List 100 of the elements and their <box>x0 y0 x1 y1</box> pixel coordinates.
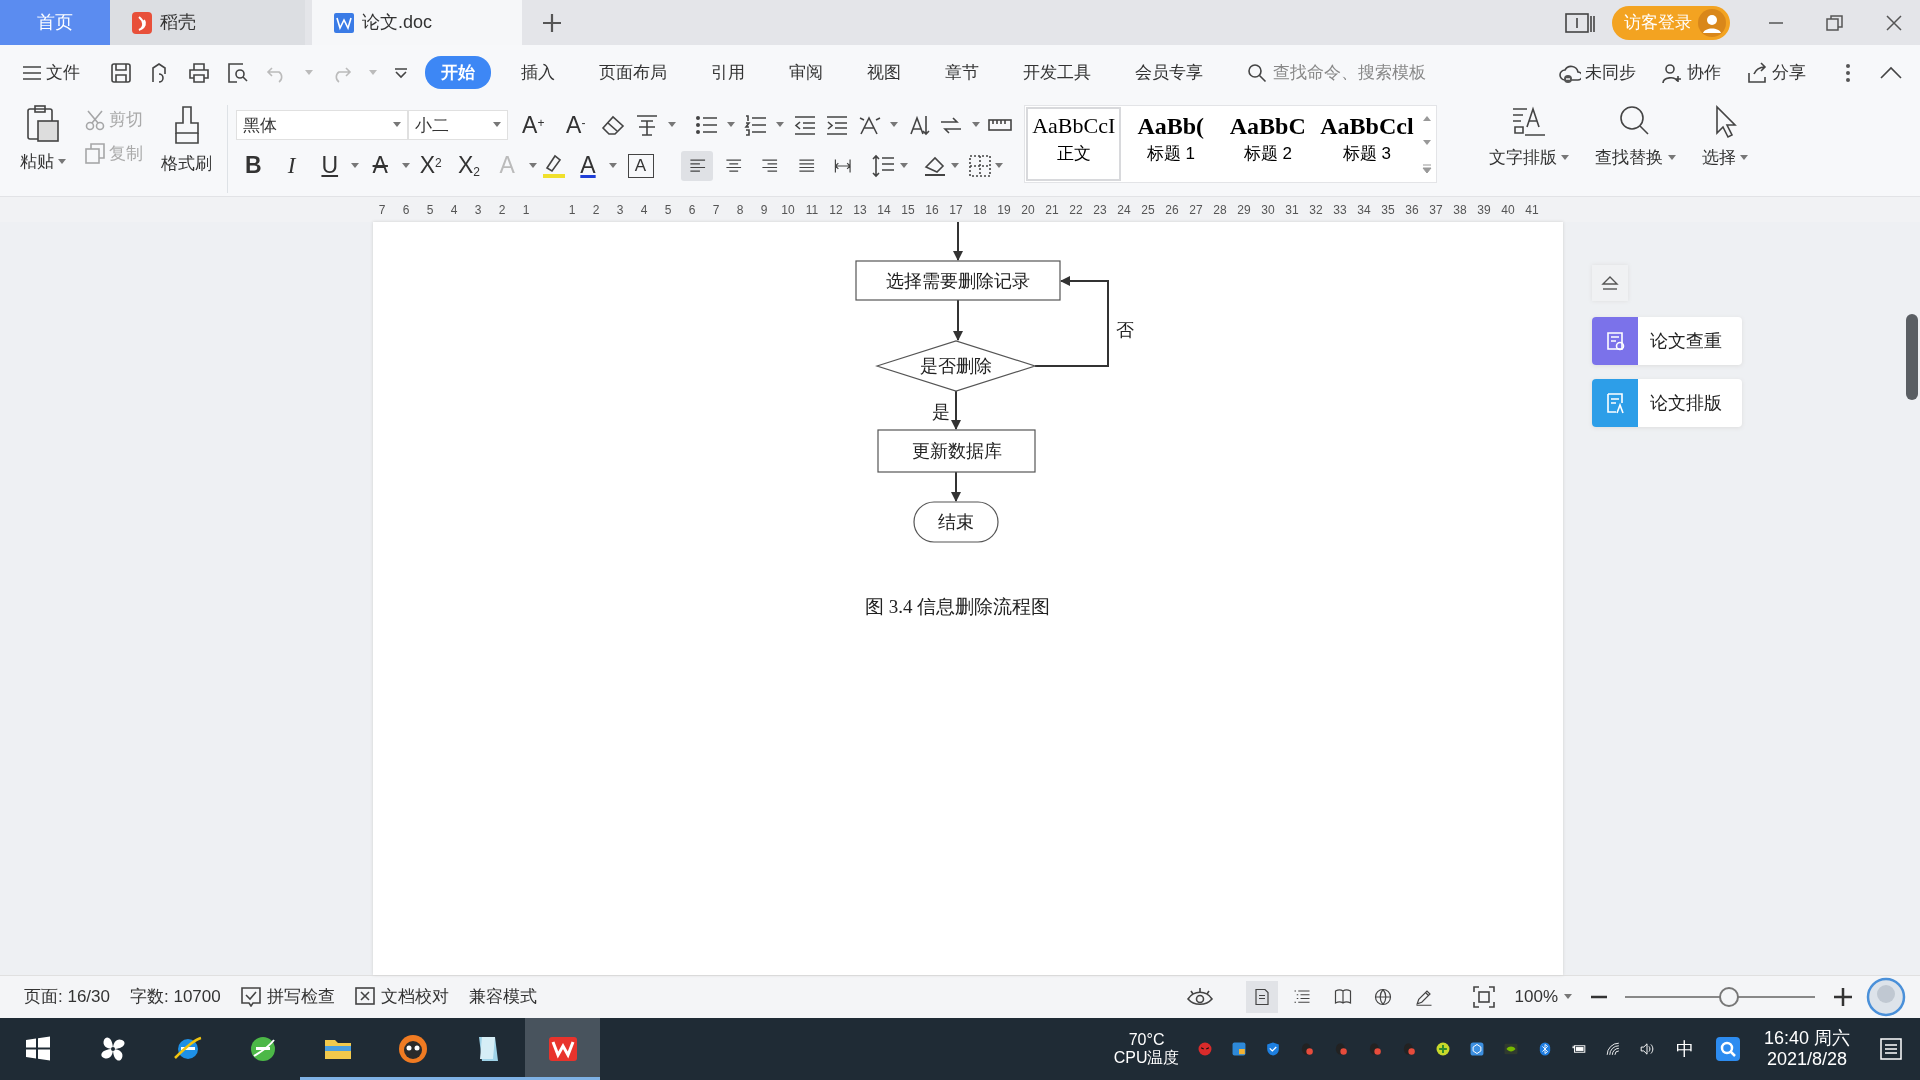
caret-icon[interactable] <box>668 122 677 129</box>
print-icon[interactable] <box>187 61 210 84</box>
caret-icon[interactable] <box>609 162 618 169</box>
caret-icon[interactable] <box>1667 154 1676 161</box>
zoom-in-icon[interactable] <box>1833 988 1852 1006</box>
ribbon-button[interactable]: 查找替换 <box>1589 105 1682 171</box>
plus-icon[interactable] <box>542 12 562 33</box>
caret-icon[interactable] <box>727 122 736 129</box>
highlighter-icon[interactable] <box>540 152 567 179</box>
format-button[interactable]: A <box>363 149 398 182</box>
window-tab[interactable]: 论文.doc <box>312 0 522 45</box>
slider-thumb[interactable] <box>1718 987 1739 1007</box>
format-button[interactable]: X$_{2}$ <box>452 149 486 182</box>
fit-page-icon[interactable] <box>1472 985 1496 1009</box>
expand-icon[interactable] <box>1421 163 1432 174</box>
indent-icon[interactable] <box>825 114 850 137</box>
scrollbar-thumb[interactable] <box>1906 314 1918 400</box>
clock-date[interactable]: 2021/8/28 <box>1766 1049 1847 1070</box>
restore-icon[interactable] <box>1826 13 1844 32</box>
outdent-icon[interactable] <box>792 114 817 137</box>
page-count-icon[interactable] <box>1565 11 1595 34</box>
font-select[interactable]: 黑体 <box>236 110 409 141</box>
eye-icon[interactable] <box>1187 987 1213 1007</box>
toolbar-button[interactable]: 分享 <box>1742 57 1810 88</box>
ribbon-tab[interactable]: 开发工具 <box>1006 55 1107 90</box>
clock-time[interactable]: 16:40 周六 <box>1763 1028 1850 1049</box>
taskbar-app[interactable] <box>525 1018 600 1080</box>
bullet-list-icon[interactable] <box>694 114 719 137</box>
ribbon-tab[interactable]: 引用 <box>694 55 761 90</box>
side-panel-button[interactable]: 论文排版 <box>1592 379 1742 427</box>
ruler-number: 37 <box>1428 201 1444 219</box>
side-panel-button[interactable]: 论文查重 <box>1592 317 1742 365</box>
font-size-select[interactable]: 小二 <box>407 110 508 141</box>
collapse-icon[interactable] <box>1880 65 1902 80</box>
eraser-icon[interactable] <box>601 114 626 137</box>
caret-icon[interactable] <box>776 122 785 129</box>
paste-button[interactable]: 粘贴 <box>14 105 73 175</box>
close-icon[interactable] <box>1885 13 1903 32</box>
format-painter-button[interactable]: 格式刷 <box>155 105 219 177</box>
caret-icon[interactable] <box>890 122 899 129</box>
collapse-button[interactable] <box>1592 265 1628 301</box>
borders-icon[interactable] <box>969 154 991 177</box>
format-button[interactable]: A <box>627 153 654 178</box>
save-icon[interactable] <box>109 61 132 84</box>
more-icon[interactable] <box>1845 62 1851 83</box>
ribbon-tab[interactable]: 开始 <box>424 55 491 90</box>
font-size-button[interactable]: A$^{-}$ <box>558 109 593 142</box>
format-button[interactable]: X$^{2}$ <box>413 149 448 182</box>
ribbon-tab[interactable]: 审阅 <box>772 55 839 90</box>
caret-icon[interactable] <box>971 122 980 129</box>
caret-icon[interactable] <box>401 162 410 169</box>
style-option[interactable]: AaBbC 标题 2 <box>1219 106 1317 182</box>
text-direction-icon[interactable] <box>857 114 882 137</box>
style-option[interactable]: AaBbCcl 标题 3 <box>1316 106 1418 182</box>
zoom-out-icon[interactable] <box>1590 995 1607 999</box>
caret-icon[interactable] <box>351 162 359 169</box>
toolbar-button[interactable]: 协作 <box>1657 57 1725 88</box>
input-method[interactable]: 中 <box>1663 1035 1706 1063</box>
style-option[interactable]: AaBbCcI 正文 <box>1025 106 1123 182</box>
ribbon-tab[interactable]: 视图 <box>850 55 917 90</box>
page-view-icon[interactable] <box>1245 981 1278 1013</box>
ribbon-button[interactable]: 文字排版 <box>1483 105 1576 171</box>
notification-icon[interactable] <box>1878 1036 1904 1062</box>
caret-icon[interactable] <box>58 158 67 165</box>
style-option[interactable]: AaBb( 标题 1 <box>1122 106 1220 182</box>
ribbon-button[interactable]: 选择 <box>1695 105 1754 171</box>
status-button[interactable]: 拼写检查 <box>230 984 345 1010</box>
caret-icon[interactable] <box>1564 994 1572 1000</box>
search-field[interactable]: 查找命令、搜索模板 <box>1270 58 1461 87</box>
caret-icon[interactable] <box>1739 154 1748 161</box>
search-app-icon[interactable] <box>1715 1037 1740 1061</box>
caret-icon[interactable] <box>528 162 537 169</box>
format-button[interactable]: I <box>274 149 309 182</box>
print-preview-icon[interactable] <box>226 61 249 84</box>
format-button[interactable]: B <box>236 149 271 182</box>
caret-icon[interactable] <box>995 162 1004 169</box>
format-button[interactable]: U <box>312 149 347 182</box>
font-size-button[interactable]: A$^{+}$ <box>516 109 551 142</box>
caret-icon[interactable] <box>950 162 959 169</box>
caret-icon[interactable] <box>393 122 402 129</box>
ribbon-tab[interactable]: 页面布局 <box>582 55 683 90</box>
scroll-up-icon[interactable] <box>1421 114 1432 123</box>
caret-icon[interactable] <box>492 122 501 129</box>
format-button[interactable]: A <box>571 149 605 182</box>
dropdown-icon[interactable] <box>393 66 408 79</box>
scroll-down-icon[interactable] <box>1421 139 1432 147</box>
assistant-avatar-icon[interactable] <box>1866 977 1906 1017</box>
caret-icon[interactable] <box>1561 154 1570 161</box>
window-tab[interactable]: 稻壳 <box>110 0 305 45</box>
ribbon-tab[interactable]: 插入 <box>504 55 571 90</box>
align-icon[interactable] <box>680 150 713 181</box>
line-spacing-icon[interactable] <box>872 153 896 178</box>
status-button[interactable]: 文档校对 <box>344 984 459 1010</box>
ribbon-tab[interactable]: 会员专享 <box>1118 55 1219 90</box>
toolbar-button[interactable]: 未同步 <box>1555 57 1640 88</box>
caret-icon[interactable] <box>900 162 909 169</box>
ribbon-tab[interactable]: 章节 <box>928 55 995 90</box>
numbered-list-icon[interactable] <box>743 114 768 137</box>
zoom-level[interactable]: 100% <box>1504 984 1582 1010</box>
file-menu[interactable]: 文件 <box>18 57 84 88</box>
